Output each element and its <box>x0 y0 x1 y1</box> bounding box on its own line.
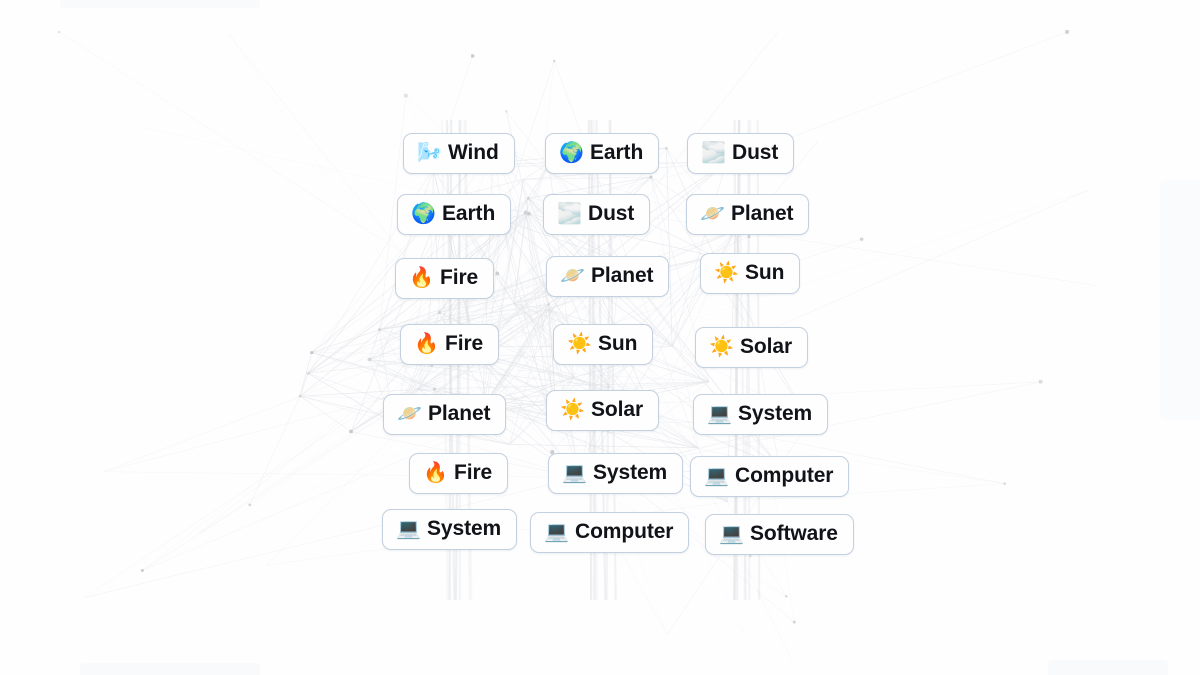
planet-icon: 🪐 <box>700 203 725 226</box>
element-card-label: Planet <box>591 264 654 287</box>
element-card-label: Solar <box>740 335 793 358</box>
dust-icon: 🌫️ <box>557 203 582 226</box>
element-card-solar[interactable]: ☀️ Solar <box>695 327 809 369</box>
fire-icon: 🔥 <box>423 462 448 485</box>
computer-icon: 💻 <box>396 518 421 541</box>
element-card-computer[interactable]: 💻 Computer <box>530 512 690 554</box>
element-card-label: System <box>738 402 813 425</box>
element-card-label: Planet <box>731 202 794 225</box>
element-card-label: Dust <box>588 202 635 225</box>
element-card-planet[interactable]: 🪐 Planet <box>546 256 670 298</box>
element-card-label: Dust <box>732 141 779 164</box>
element-card-label: Solar <box>591 398 644 421</box>
element-card-planet[interactable]: 🪐 Planet <box>383 394 507 436</box>
sun-icon: ☀️ <box>714 262 739 285</box>
earth-icon: 🌍 <box>559 142 584 165</box>
element-card-fire[interactable]: 🔥 Fire <box>409 453 509 495</box>
element-card-label: System <box>593 461 668 484</box>
element-card-label: Fire <box>440 266 479 289</box>
sun-icon: ☀️ <box>560 399 585 422</box>
element-card-label: Sun <box>598 332 638 355</box>
element-card-earth[interactable]: 🌍 Earth <box>545 133 660 175</box>
infinite-craft-canvas[interactable]: 🌬️ Wind 🌍 Earth 🌫️ Dust 🌍 Earth 🌫️ Dust 🪐 Planet 🔥 Fi… <box>0 0 1200 675</box>
element-card-label: Computer <box>735 464 834 487</box>
computer-icon: 💻 <box>562 462 587 485</box>
planet-icon: 🪐 <box>560 265 585 288</box>
element-card-label: Sun <box>745 261 785 284</box>
computer-icon: 💻 <box>544 521 569 544</box>
element-card-label: System <box>427 517 502 540</box>
element-card-label: Earth <box>442 202 496 225</box>
element-card-earth[interactable]: 🌍 Earth <box>397 194 512 236</box>
fire-icon: 🔥 <box>409 267 434 290</box>
computer-icon: 💻 <box>707 403 732 426</box>
dust-icon: 🌫️ <box>701 142 726 165</box>
element-card-solar[interactable]: ☀️ Solar <box>546 390 660 432</box>
earth-icon: 🌍 <box>411 203 436 226</box>
element-card-label: Earth <box>590 141 644 164</box>
element-card-wind[interactable]: 🌬️ Wind <box>403 133 515 175</box>
element-card-dust[interactable]: 🌫️ Dust <box>687 133 795 175</box>
fire-icon: 🔥 <box>414 333 439 356</box>
element-card-planet[interactable]: 🪐 Planet <box>686 194 810 236</box>
element-card-sun[interactable]: ☀️ Sun <box>700 253 801 295</box>
element-card-label: Computer <box>575 520 674 543</box>
sun-icon: ☀️ <box>709 336 734 359</box>
element-card-label: Planet <box>428 402 491 425</box>
sun-icon: ☀️ <box>567 333 592 356</box>
element-card-fire[interactable]: 🔥 Fire <box>395 258 495 300</box>
element-card-board: 🌬️ Wind 🌍 Earth 🌫️ Dust 🌍 Earth 🌫️ Dust 🪐 Planet 🔥 Fi… <box>0 0 1200 675</box>
element-card-system[interactable]: 💻 System <box>382 509 518 551</box>
computer-icon: 💻 <box>719 523 744 546</box>
element-card-label: Fire <box>454 461 493 484</box>
element-card-fire[interactable]: 🔥 Fire <box>400 324 500 366</box>
wind-icon: 🌬️ <box>417 142 442 165</box>
element-card-label: Fire <box>445 332 484 355</box>
element-card-label: Software <box>750 522 838 545</box>
element-card-system[interactable]: 💻 System <box>548 453 684 495</box>
computer-icon: 💻 <box>704 465 729 488</box>
element-card-label: Wind <box>448 141 499 164</box>
element-card-computer[interactable]: 💻 Computer <box>690 456 850 498</box>
element-card-system[interactable]: 💻 System <box>693 394 829 436</box>
element-card-dust[interactable]: 🌫️ Dust <box>543 194 651 236</box>
planet-icon: 🪐 <box>397 403 422 426</box>
element-card-sun[interactable]: ☀️ Sun <box>553 324 654 366</box>
element-card-software[interactable]: 💻 Software <box>705 514 854 556</box>
